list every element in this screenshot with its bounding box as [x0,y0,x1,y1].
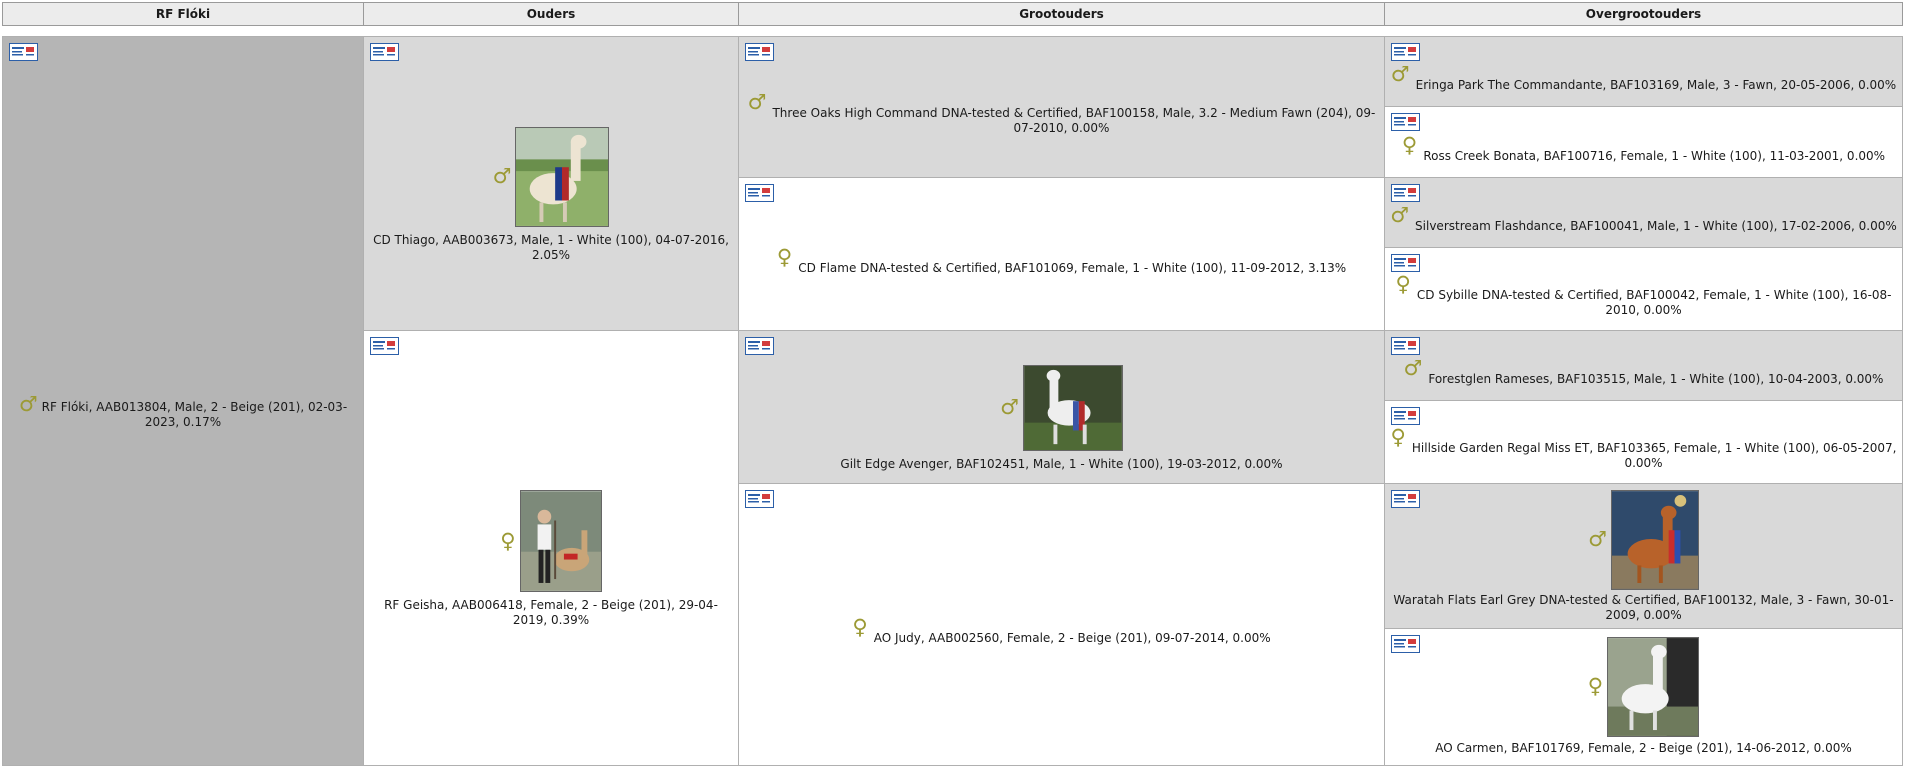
pedigree-cell-great-grandparent: ♀ Hillside Garden Regal Miss ET, BAF10336… [1384,400,1903,484]
animal-photo[interactable] [519,490,602,592]
animal-info: Waratah Flats Earl Grey DNA-tested & Cer… [1393,592,1894,622]
pedigree-cell-great-grandparent: ♀ AO Carmen, BAF101769, Female, 2 - Beig… [1384,628,1903,766]
female-icon: ♀ [1390,425,1406,449]
column-header-parents: Ouders [363,2,739,26]
pedigree-cell-great-grandparent: ♂ Eringa Park The Commandante, BAF103169,… [1384,36,1903,107]
pedigree-cell-great-grandparent: ♂ Waratah Flats Earl Grey DNA-tested & C… [1384,483,1903,629]
male-icon: ♂ [1403,356,1423,380]
pedigree-cell-great-grandparent: ♀ Ross Creek Bonata, BAF100716, Female, 1… [1384,106,1903,178]
column-header-grandparents: Grootouders [738,2,1385,26]
female-icon: ♀ [1395,272,1411,296]
female-icon: ♀ [776,244,793,269]
animal-info: Eringa Park The Commandante, BAF103169, … [1415,78,1897,92]
pedigree-cell-grandparent: ♀ CD Flame DNA-tested & Certified, BAF101… [738,177,1385,331]
animal-photo[interactable] [1022,364,1123,451]
pedigree-cell-parent-sire: ♂ CD Thiago, AAB003673, Male, 1 - White … [363,36,739,331]
column-header-great-grandparents: Overgrootouders [1384,2,1903,26]
male-icon: ♂ [1588,527,1607,551]
pedigree-cell-grandparent: ♀ AO Judy, AAB002560, Female, 2 - Beige (… [738,483,1385,766]
pedigree-cell-great-grandparent: ♂ Silverstream Flashdance, BAF100041, Mal… [1384,177,1903,248]
animal-info: Gilt Edge Avenger, BAF102451, Male, 1 - … [840,456,1283,471]
pedigree-cell-grandparent: ♂ Gilt Edge Avenger, BAF102451, Male, 1 … [738,330,1385,484]
pedigree-cell-great-grandparent: ♀ CD Sybille DNA-tested & Certified, BAF1… [1384,247,1903,331]
column-header-label: Ouders [526,7,576,21]
male-icon: ♂ [1390,203,1410,227]
animal-info: AO Judy, AAB002560, Female, 2 - Beige (2… [873,631,1271,645]
female-icon: ♀ [1587,674,1604,698]
female-icon: ♀ [1401,132,1418,157]
pedigree-cell-great-grandparent: ♂ Forestglen Rameses, BAF103515, Male, 1 … [1384,330,1903,401]
male-icon: ♂ [18,392,38,416]
animal-info: CD Sybille DNA-tested & Certified, BAF10… [1416,288,1892,317]
animal-photo[interactable] [1610,489,1699,590]
animal-info: Three Oaks High Command DNA-tested & Cer… [772,106,1376,135]
animal-info: Silverstream Flashdance, BAF100041, Male… [1415,219,1897,233]
animal-info: RF Geisha, AAB006418, Female, 2 - Beige … [384,598,718,627]
pedigree-cell-grandparent: ♂ Three Oaks High Command DNA-tested & Ce… [738,36,1385,178]
pedigree-cell-self: ♂ RF Flóki, AAB013804, Male, 2 - Beige (2… [2,36,364,766]
animal-photo[interactable] [1607,636,1700,737]
column-header-label: Overgrootouders [1585,7,1702,21]
column-header-self: RF Flóki [2,2,364,26]
pedigree-cell-parent-dam: ♀ RF Geisha, AAB006418, Female, 2 - Beig… [363,330,739,766]
female-icon: ♀ [852,615,868,639]
animal-info: RF Flóki, AAB013804, Male, 2 - Beige (20… [41,400,348,429]
animal-info: CD Thiago, AAB003673, Male, 1 - White (1… [373,232,729,262]
column-header-label: Grootouders [1019,7,1104,21]
male-icon: ♂ [1000,395,1019,419]
female-icon: ♀ [500,528,516,553]
male-icon: ♂ [1390,62,1410,86]
male-icon: ♂ [747,90,767,114]
animal-info: Hillside Garden Regal Miss ET, BAF103365… [1411,441,1897,470]
animal-info: CD Flame DNA-tested & Certified, BAF1010… [798,260,1347,275]
animal-info: Forestglen Rameses, BAF103515, Male, 1 -… [1428,372,1884,386]
animal-info: Ross Creek Bonata, BAF100716, Female, 1 … [1423,148,1886,163]
animal-photo[interactable] [515,126,610,227]
column-header-label: RF Flóki [155,7,211,21]
male-icon: ♂ [492,164,512,188]
animal-info: AO Carmen, BAF101769, Female, 2 - Beige … [1435,740,1852,755]
